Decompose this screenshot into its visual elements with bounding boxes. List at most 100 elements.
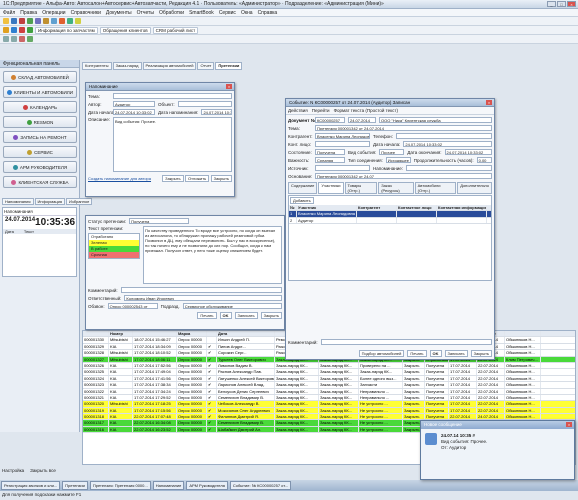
maximize-button[interactable]: □ [557,1,566,7]
claim-text-field[interactable]: По качеству проведенного То вроде все ус… [143,226,282,284]
nav-button-2[interactable]: Календарь [3,101,77,113]
main-tab-0[interactable]: Контрагенты [82,62,112,70]
user-icon[interactable] [11,27,17,33]
settings-button[interactable]: Настройка [2,468,24,473]
wrench-icon[interactable] [19,27,25,33]
report-icon[interactable] [27,27,33,33]
event-kind-field[interactable]: Прочее [379,149,405,155]
content-tab-4[interactable]: Автомобили (Отгр.) [414,182,457,194]
calendar-icon[interactable] [59,18,65,24]
importance-field[interactable]: Средняя [315,157,345,163]
nav-button-6[interactable]: АРМ Руководителя [3,161,77,173]
close-all-button[interactable]: Закрыть все [30,468,56,473]
delete-icon[interactable] [19,36,25,42]
remind-field[interactable] [406,165,492,171]
main-tab-3[interactable]: Отчет [197,62,215,70]
create-reminder-link[interactable]: Создать напоминание для автора [88,176,151,181]
tab-reminders[interactable]: Напоминания [2,198,34,205]
reminder-close-button[interactable]: Закрыть [162,175,184,182]
save-button[interactable]: Записать [234,312,258,319]
nav-button-0[interactable]: Склад автомобилей [3,71,77,83]
subdivision-field[interactable]: Сервисное обслуживание [182,303,282,309]
nav-button-3[interactable]: Resmon [3,116,77,128]
reminder-date-field[interactable]: 24.07.2014 10:35:18 [201,109,232,115]
menu-item-3[interactable]: Справочники [71,10,101,16]
parts-info-button[interactable]: Информация по запчастям [35,26,98,34]
duration-field[interactable]: 0,00 [476,157,492,163]
phone-field[interactable] [395,133,492,139]
minimize-button[interactable]: _ [547,1,556,7]
content-tab-1[interactable]: Участники [318,182,344,194]
menu-item-7[interactable]: SmartBook [189,10,214,16]
close-button[interactable]: Закрыть [260,312,282,319]
content-tab-3[interactable]: Заказ (Ресурсы) [378,182,414,194]
content-tab-0[interactable]: Содержание [288,182,318,194]
object-field[interactable] [177,101,232,107]
menu-item-8[interactable]: Сервис [219,10,236,16]
start-field[interactable]: 24.07.2014 10:33:02 [113,109,155,115]
copy-icon[interactable] [27,18,33,24]
pick-cars-button[interactable]: Подбор автомобилей [358,350,405,357]
source-field[interactable] [315,165,370,171]
taskbar-item-3[interactable]: Напоминание [152,481,185,490]
contractor-field[interactable]: Власенко Марина Леонидовна [315,133,370,139]
tab-favorites[interactable]: Избранное [66,198,93,205]
tab-information[interactable]: Информация [34,198,66,205]
content-tab-2[interactable]: Товары (Отгр.) [344,182,378,194]
topic-field[interactable] [113,93,232,99]
doc-date-field[interactable]: 24.07.2014 [348,117,376,123]
menu-item-1[interactable]: Правка [20,10,37,16]
taskbar-item-4[interactable]: АРМ Руководителя [186,481,228,490]
back-icon[interactable] [3,36,9,42]
basis-field[interactable]: Опрос 000002543 от [107,303,158,309]
menu-item-9[interactable]: Окна [241,10,253,16]
color-urgent[interactable]: Срочная [89,252,139,258]
text-format-menu[interactable]: Формат текста (Простой текст) [334,108,398,113]
organization-field[interactable]: ООО "Ника" Клиентская служба [379,117,492,123]
help-icon[interactable] [51,18,57,24]
taskbar-item-0[interactable]: Регистрация звонков и кли... [1,481,61,490]
ok-button[interactable]: OK [219,312,232,319]
goto-menu[interactable]: Перейти [312,108,330,113]
taskbar-item-1[interactable]: Претензии [62,481,88,490]
folder-icon[interactable] [3,18,9,24]
menu-item-2[interactable]: Операции [42,10,65,16]
cut-icon[interactable] [19,18,25,24]
postpone-button[interactable]: Отложить [184,175,210,182]
contact-person-field[interactable] [315,141,370,147]
event-close-button[interactable]: Закрыть [470,350,492,357]
star-icon[interactable] [75,18,81,24]
close-icon[interactable]: × [566,422,572,427]
event-topic-field[interactable]: Претензия 000001342 от 24.07.2014 [315,125,492,131]
description-field[interactable]: Вид события: Прочее. [113,117,232,172]
responsible-field[interactable]: Коломиец Иван Игоревич [124,295,282,301]
event-print-button[interactable]: Печать [407,350,427,357]
print-button[interactable]: Печать [197,312,217,319]
event-save-button[interactable]: Записать [444,350,468,357]
client-requests-button[interactable]: Обращения клиентов [99,26,151,34]
main-tab-2[interactable]: Реализация автомобилей [142,62,197,70]
nav-button-7[interactable]: Клиентская служба [3,176,77,188]
main-tab-4[interactable]: Претензии [215,62,243,70]
paste-icon[interactable] [35,18,41,24]
status-field[interactable]: Получена [129,218,190,224]
actions-menu[interactable]: Действия [288,108,308,113]
crm-worksheet-button[interactable]: CRM рабочий лист [152,26,199,34]
participant-row[interactable]: 2 Аудитор [289,217,491,225]
event-comment-field[interactable] [320,339,492,345]
content-tab-5[interactable]: Дополнительно [457,182,492,194]
doc-number-field[interactable]: КС00000257 [315,117,345,123]
event-basis-field[interactable]: Претензия 000001342 от 24.07 [315,173,492,179]
taskbar-item-2[interactable]: Претензия: Претензия 0000... [89,481,151,490]
menu-item-4[interactable]: Документы [106,10,132,16]
close-icon[interactable]: × [486,100,492,105]
save-icon[interactable] [11,18,17,24]
event-end-field[interactable]: 24.07.2014 10:33:02 [444,149,492,155]
connection-type-field[interactable]: Исходящее [385,157,411,163]
menu-item-6[interactable]: Обработки [159,10,184,16]
event-ok-button[interactable]: OK [429,350,442,357]
comment-field[interactable] [120,287,282,293]
menu-item-0[interactable]: Файл [3,10,15,16]
nav-button-1[interactable]: Клиенты и автомобили [3,86,77,98]
author-field[interactable]: Аудитор [113,101,155,107]
